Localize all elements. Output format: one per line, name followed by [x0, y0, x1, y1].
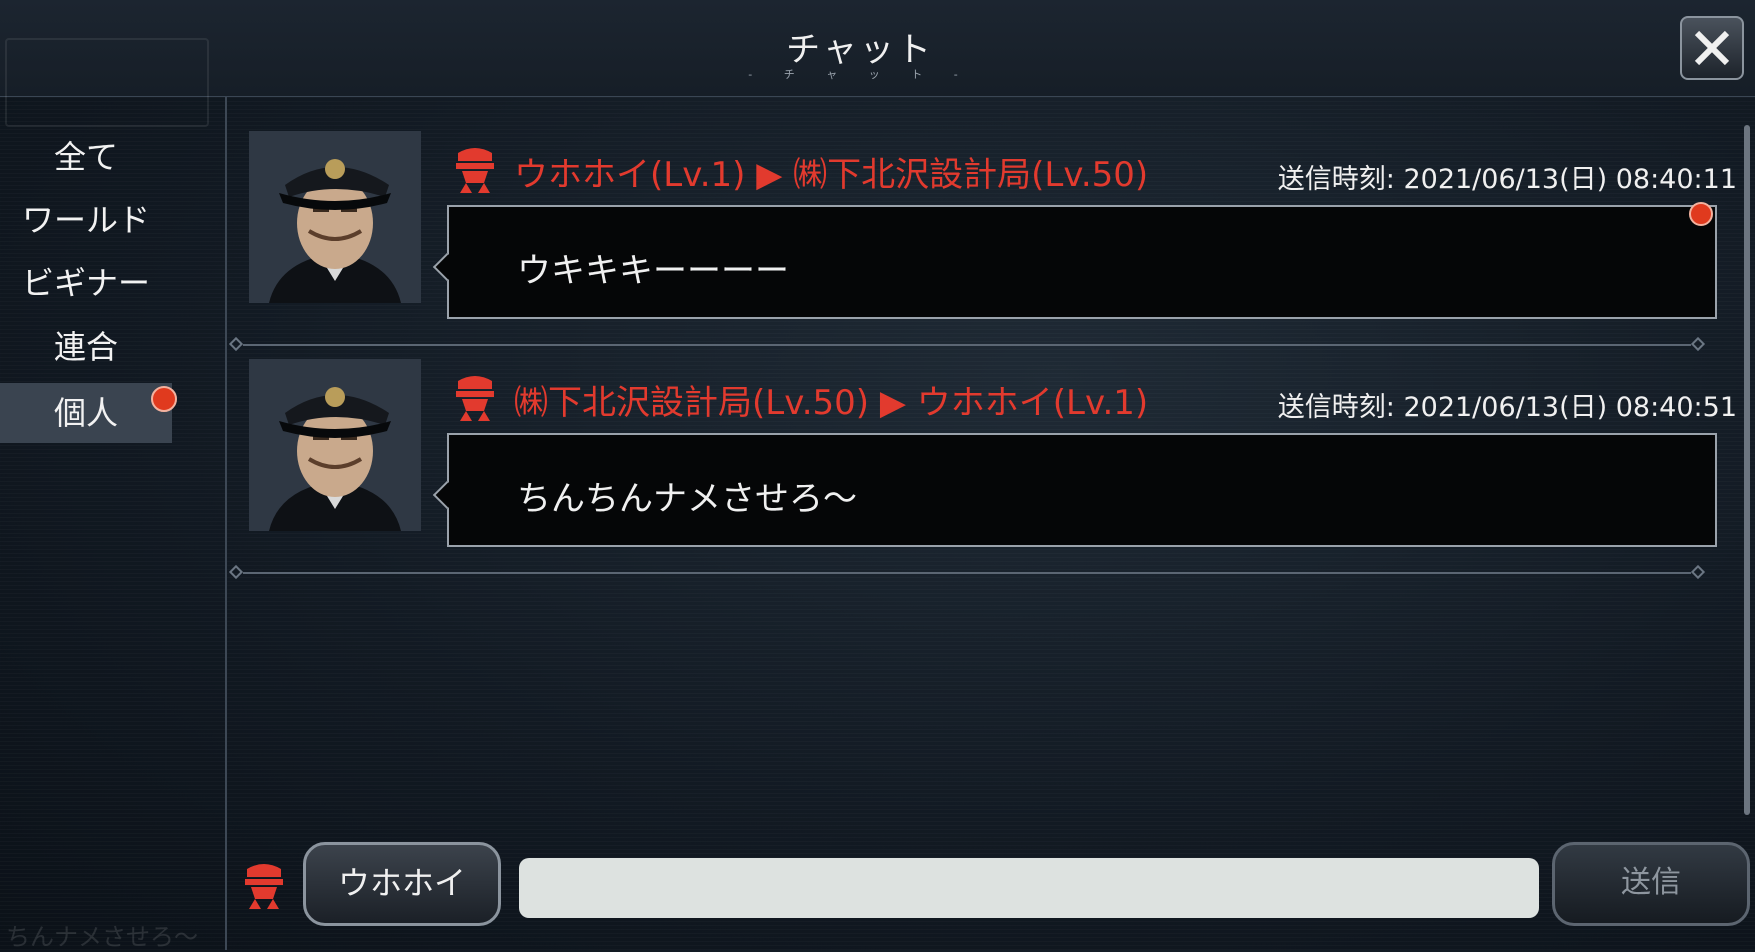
- message-bubble: ウキキキーーーー: [432, 202, 1717, 319]
- message-bubble: ちんちんナメさせろ〜: [432, 433, 1717, 547]
- tab-all[interactable]: 全て: [0, 127, 172, 187]
- tab-beginner[interactable]: ビギナー: [0, 253, 172, 313]
- tab-world[interactable]: ワールド: [0, 190, 172, 250]
- close-icon: [1694, 30, 1730, 66]
- message-divider: [228, 564, 1706, 580]
- recipient-name-button[interactable]: ウホホイ: [303, 842, 501, 926]
- send-button[interactable]: 送信: [1552, 842, 1750, 926]
- page-title: チャット: [786, 30, 934, 70]
- message-header[interactable]: ㈱下北沢設計局(Lv.50) ▶ ウホホイ(Lv.1): [514, 375, 1148, 424]
- tab-alliance[interactable]: 連合: [0, 317, 172, 377]
- message-text: ウキキキーーーー: [517, 251, 789, 291]
- header-bar: チャット - チ ャ ッ ト -: [0, 0, 1755, 127]
- page-subtitle: - チ ャ ッ ト -: [748, 68, 972, 81]
- message-header[interactable]: ウホホイ(Lv.1) ▶ ㈱下北沢設計局(Lv.50): [514, 147, 1148, 196]
- last-message-preview: ちんナメさせろ〜: [6, 923, 198, 951]
- message-timestamp: 送信時刻: 2021/06/13(日) 08:40:51: [1277, 392, 1737, 423]
- unread-badge: [1689, 202, 1713, 226]
- sender-avatar[interactable]: [249, 131, 421, 303]
- rank-cap-icon: [243, 858, 285, 914]
- tab-personal-badge: [151, 386, 177, 412]
- message-scrollbar[interactable]: [1744, 125, 1750, 815]
- chat-message-input[interactable]: [519, 858, 1539, 918]
- close-button[interactable]: [1680, 16, 1744, 80]
- tab-personal[interactable]: 個人: [0, 383, 172, 443]
- officer-avatar-icon: [249, 131, 421, 303]
- message-item: ウホホイ(Lv.1) ▶ ㈱下北沢設計局(Lv.50) 送信時刻: 2021/0…: [249, 97, 1739, 319]
- message-item: ㈱下北沢設計局(Lv.50) ▶ ウホホイ(Lv.1) 送信時刻: 2021/0…: [249, 325, 1739, 547]
- rank-cap-icon: [454, 371, 496, 425]
- channel-sidebar: 全て ワールド ビギナー 連合 個人 ちんナメさせろ〜: [0, 97, 227, 951]
- officer-avatar-icon: [249, 359, 421, 531]
- rank-cap-icon: [454, 143, 496, 197]
- bubble-pointer: [432, 480, 462, 510]
- message-list[interactable]: ウホホイ(Lv.1) ▶ ㈱下北沢設計局(Lv.50) 送信時刻: 2021/0…: [227, 97, 1737, 832]
- message-text: ちんちんナメさせろ〜: [517, 479, 857, 519]
- message-timestamp: 送信時刻: 2021/06/13(日) 08:40:11: [1277, 164, 1737, 195]
- sender-avatar[interactable]: [249, 359, 421, 531]
- bubble-pointer: [432, 252, 462, 282]
